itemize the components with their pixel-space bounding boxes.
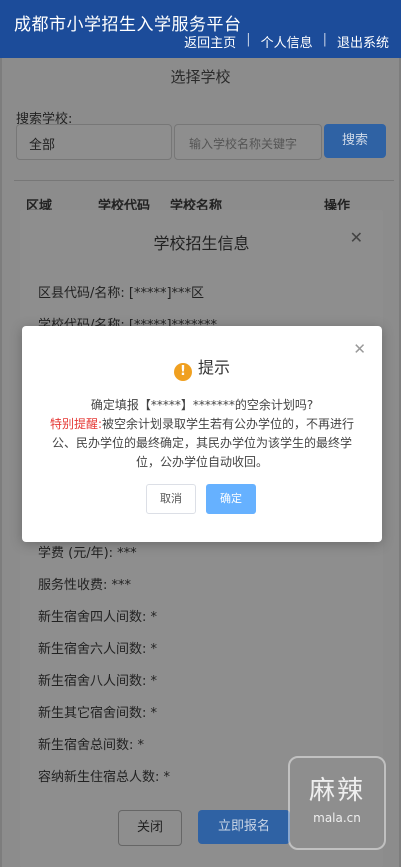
info-field: 服务性收费: ***: [38, 578, 132, 593]
confirm-button[interactable]: 确定: [206, 484, 256, 514]
watermark-text: 麻辣: [308, 776, 365, 806]
nav-profile-link[interactable]: 个人信息: [261, 32, 313, 51]
info-field: 新生宿舍总间数: *: [38, 738, 145, 753]
district-select[interactable]: 全部 ⌄: [16, 124, 172, 160]
info-field: 区县代码/名称: [*****]***区: [38, 286, 205, 301]
info-field: 学费 (元/年): ***: [38, 546, 137, 561]
info-field: 新生宿舍四人间数: *: [38, 610, 158, 625]
top-nav: 返回主页 | 个人信息 | 退出系统: [184, 32, 389, 51]
info-field: 容纳新生住宿总人数: *: [38, 770, 171, 785]
search-placeholder: 输入学校名称关键字: [189, 137, 298, 151]
close-icon[interactable]: ✕: [350, 228, 363, 247]
cancel-button[interactable]: 取消: [146, 484, 196, 514]
dialog-warning: 特别提醒:被空余计划录取学生若有公办学位的，不再进行公、民办学位的最终确定，其民…: [44, 415, 360, 472]
info-field: 新生宿舍八人间数: *: [38, 674, 158, 689]
dialog-title: ! 提示: [22, 354, 382, 381]
dialog-question: 确定填报【*****】*******的空余计划吗?: [90, 398, 314, 412]
warning-icon: !: [173, 363, 192, 381]
info-field: 新生宿舍六人间数: *: [38, 642, 158, 657]
panel-title: 选择学校: [170, 68, 231, 86]
dialog-message: 确定填报【*****】*******的空余计划吗? 特别提醒:被空余计划录取学生…: [44, 396, 360, 472]
nav-separator: |: [322, 32, 327, 47]
warning-label: 特别提醒:: [49, 417, 103, 431]
nav-logout-link[interactable]: 退出系统: [337, 32, 389, 51]
panel-title: 学校招生信息: [153, 234, 250, 253]
app-header: 成都市小学招生入学服务平台 返回主页 | 个人信息 | 退出系统: [0, 0, 401, 58]
watermark-site: mala.cn: [313, 811, 361, 825]
confirm-dialog: ✕ ! 提示 确定填报【*****】*******的空余计划吗? 特别提醒:被空余…: [22, 326, 382, 542]
school-search-input[interactable]: 输入学校名称关键字: [174, 124, 322, 160]
apply-button[interactable]: 立即报名: [198, 810, 290, 844]
nav-home-link[interactable]: 返回主页: [184, 32, 236, 51]
nav-separator: |: [246, 32, 251, 47]
info-field: 新生其它宿舍间数: *: [38, 706, 158, 721]
watermark-logo: 麻辣 mala.cn: [288, 756, 386, 850]
close-button[interactable]: 关闭: [118, 810, 182, 846]
search-button[interactable]: 搜索: [324, 124, 386, 158]
chevron-down-icon: ⌄: [29, 133, 40, 148]
dialog-title-text: 提示: [197, 358, 230, 377]
